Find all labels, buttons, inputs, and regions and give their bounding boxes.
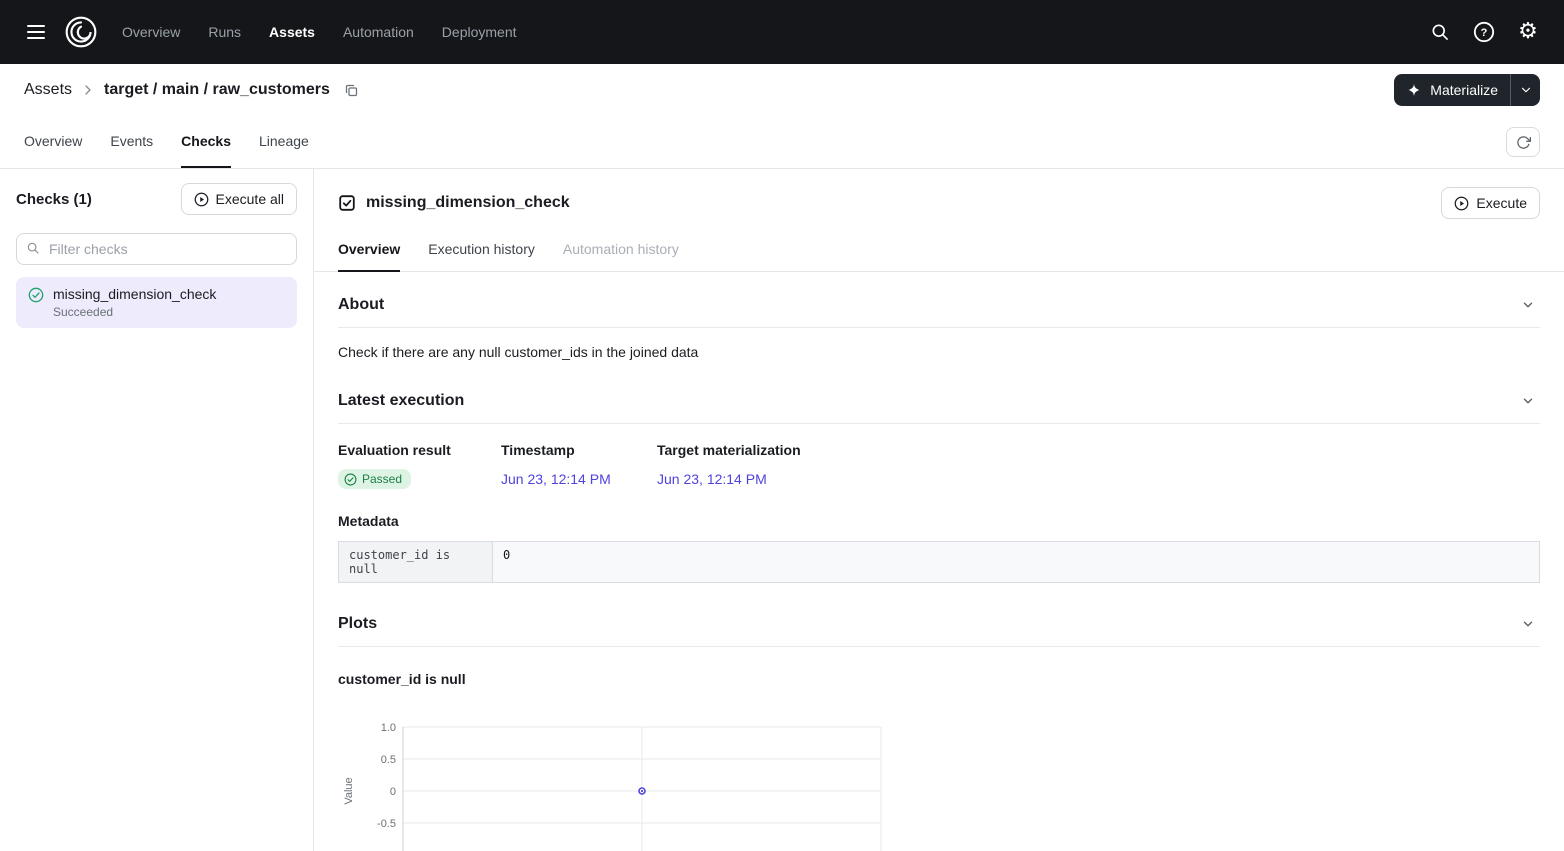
breadcrumb-asset-path: target / main / raw_customers	[104, 81, 330, 99]
materialize-label: Materialize	[1430, 82, 1498, 98]
nav-item-automation[interactable]: Automation	[343, 24, 414, 40]
materialize-split-button: Materialize	[1394, 74, 1540, 106]
check-success-icon	[28, 287, 44, 303]
search-icon	[26, 241, 40, 255]
metadata-heading: Metadata	[338, 513, 1540, 529]
tab-lineage[interactable]: Lineage	[259, 116, 309, 168]
top-nav: Overview Runs Assets Automation Deployme…	[0, 0, 1564, 64]
svg-text:?: ?	[1481, 27, 1488, 39]
about-description: Check if there are any null customer_ids…	[338, 344, 1540, 360]
metadata-value: 0	[493, 542, 1539, 582]
tab-checks[interactable]: Checks	[181, 116, 231, 168]
chevron-down-icon	[1521, 394, 1535, 408]
data-point-center	[641, 790, 643, 792]
section-plots-heading: Plots	[338, 591, 1540, 647]
collapse-latest-execution-button[interactable]	[1516, 389, 1540, 413]
section-latest-execution-heading: Latest execution	[338, 368, 1540, 424]
y-tick-label: 0	[390, 786, 396, 798]
section-about-heading: About	[338, 272, 1540, 328]
asset-check-icon	[338, 194, 356, 212]
chevron-down-icon	[1521, 298, 1535, 312]
about-heading: About	[338, 296, 384, 314]
target-materialization-link[interactable]: Jun 23, 12:14 PM	[657, 471, 1540, 487]
nav-item-overview[interactable]: Overview	[122, 24, 180, 40]
check-status: Succeeded	[53, 305, 216, 319]
hamburger-icon	[27, 25, 45, 39]
metadata-table: customer_id is null 0	[338, 541, 1540, 583]
chevron-down-icon	[1519, 83, 1533, 97]
y-tick-label: -0.5	[377, 818, 396, 830]
nav-item-assets[interactable]: Assets	[269, 24, 315, 40]
tab-overview[interactable]: Overview	[24, 116, 82, 168]
subtab-overview[interactable]: Overview	[338, 233, 400, 272]
nav-item-runs[interactable]: Runs	[208, 24, 241, 40]
timestamp-link[interactable]: Jun 23, 12:14 PM	[501, 471, 657, 487]
column-evaluation-result: Evaluation result	[338, 442, 501, 458]
help-button[interactable]: ?	[1466, 14, 1502, 50]
breadcrumb-row: Assets target / main / raw_customers Mat…	[0, 64, 1564, 116]
plots-heading: Plots	[338, 615, 377, 633]
refresh-icon	[1516, 135, 1531, 150]
primary-nav: Overview Runs Assets Automation Deployme…	[122, 24, 517, 40]
y-tick-label: 0.5	[381, 754, 396, 766]
y-axis-label: Value	[343, 777, 355, 804]
execute-button[interactable]: Execute	[1441, 187, 1540, 219]
status-badge: Passed	[338, 469, 411, 489]
asset-tabs: Overview Events Checks Lineage	[0, 116, 1564, 169]
subtab-automation-history: Automation history	[563, 233, 679, 272]
sidebar-header: Checks (1) Execute all	[0, 169, 313, 229]
play-circle-icon	[194, 192, 209, 207]
materialize-button[interactable]: Materialize	[1394, 74, 1510, 106]
execute-all-button[interactable]: Execute all	[181, 183, 297, 215]
hamburger-menu-button[interactable]	[18, 14, 54, 50]
check-list-item[interactable]: missing_dimension_check Succeeded	[16, 277, 297, 328]
nav-item-deployment[interactable]: Deployment	[442, 24, 517, 40]
check-detail-panel: missing_dimension_check Execute Overview…	[314, 169, 1564, 851]
help-icon: ?	[1473, 21, 1495, 43]
copy-button[interactable]	[338, 76, 366, 104]
latest-execution-heading: Latest execution	[338, 392, 464, 410]
play-circle-icon	[1454, 196, 1469, 211]
search-icon	[1430, 22, 1450, 42]
breadcrumb-assets-link[interactable]: Assets	[24, 81, 72, 99]
check-detail-header: missing_dimension_check Execute	[314, 169, 1564, 233]
tab-events[interactable]: Events	[110, 116, 153, 168]
filter-checks	[0, 229, 313, 277]
collapse-plots-button[interactable]	[1516, 612, 1540, 636]
check-detail-title: missing_dimension_check	[366, 194, 570, 212]
checks-count-title: Checks (1)	[16, 191, 92, 208]
chart-title: customer_id is null	[338, 671, 1540, 687]
check-detail-tabs: Overview Execution history Automation hi…	[314, 233, 1564, 272]
check-list: missing_dimension_check Succeeded	[0, 277, 313, 328]
sparkle-icon	[1406, 82, 1422, 98]
execute-label: Execute	[1476, 195, 1527, 211]
materialize-caret-button[interactable]	[1510, 74, 1540, 106]
check-detail-body: About Check if there are any null custom…	[314, 272, 1564, 851]
settings-button[interactable]: ⚙	[1510, 14, 1546, 50]
y-tick-label: 1.0	[381, 722, 396, 734]
refresh-button[interactable]	[1506, 127, 1540, 157]
dagster-logo[interactable]	[60, 11, 102, 53]
gear-icon: ⚙	[1518, 21, 1538, 43]
subtab-execution-history[interactable]: Execution history	[428, 233, 535, 272]
status-badge-label: Passed	[362, 472, 402, 486]
check-name: missing_dimension_check	[53, 286, 216, 302]
dagster-logo-icon	[64, 15, 98, 49]
column-target-materialization: Target materialization	[657, 442, 1540, 458]
copy-icon	[344, 83, 359, 98]
metadata-key: customer_id is null	[339, 542, 493, 582]
topnav-actions: ? ⚙	[1422, 14, 1546, 50]
latest-execution-grid: Evaluation result Timestamp Target mater…	[338, 442, 1540, 489]
column-timestamp: Timestamp	[501, 442, 657, 458]
value-chart: Value 1.0 0.5 0 -	[338, 717, 1540, 851]
content: Checks (1) Execute all	[0, 169, 1564, 851]
collapse-about-button[interactable]	[1516, 293, 1540, 317]
search-button[interactable]	[1422, 14, 1458, 50]
checks-sidebar: Checks (1) Execute all	[0, 169, 314, 851]
chevron-right-icon	[80, 82, 96, 98]
filter-checks-input[interactable]	[16, 233, 297, 265]
check-circle-icon	[344, 473, 357, 486]
execute-all-label: Execute all	[216, 191, 284, 207]
chevron-down-icon	[1521, 617, 1535, 631]
